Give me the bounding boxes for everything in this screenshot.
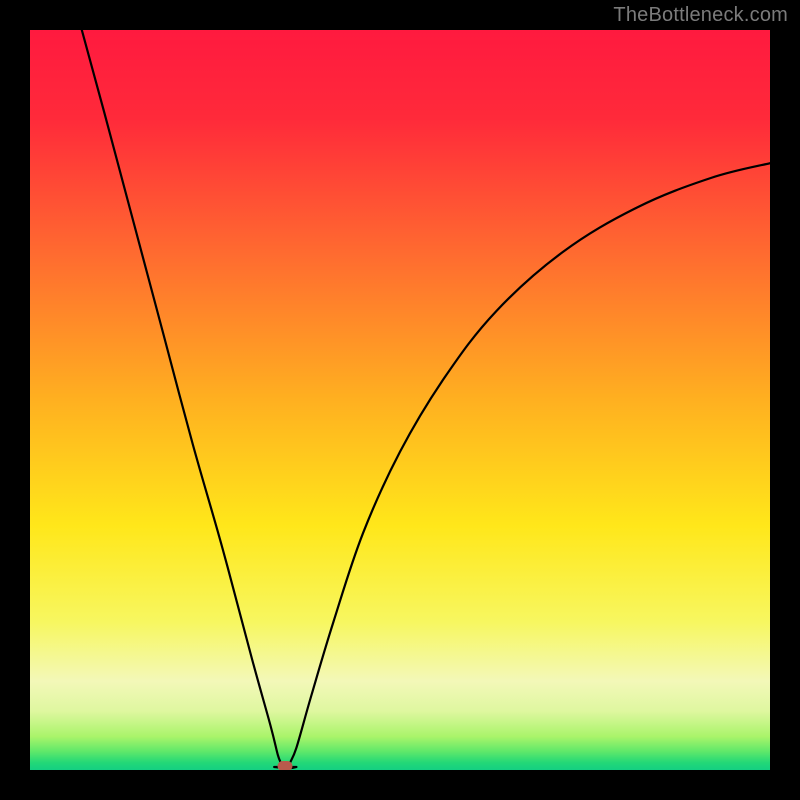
watermark-text: TheBottleneck.com: [613, 4, 788, 27]
chart-frame: TheBottleneck.com: [0, 0, 800, 800]
chart-svg: [30, 30, 770, 770]
plot-area: [30, 30, 770, 770]
optimal-marker: [278, 761, 293, 770]
gradient-background: [30, 30, 770, 770]
